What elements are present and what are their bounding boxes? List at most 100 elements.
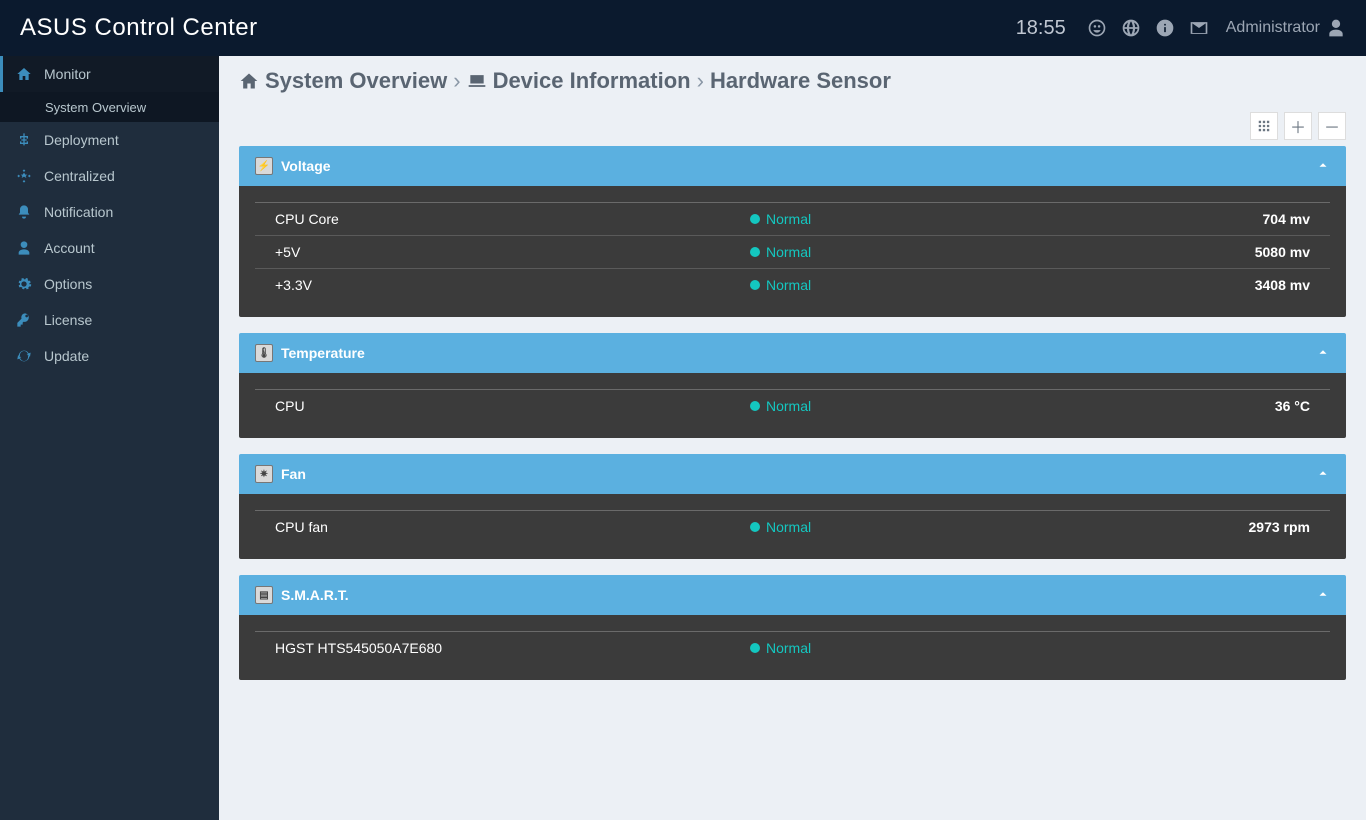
panel-header-voltage[interactable]: ⚡ Voltage	[239, 146, 1346, 186]
sidebar-item-notification[interactable]: Notification	[0, 194, 219, 230]
panel-voltage: ⚡ Voltage CPU Core Normal 704 mv +5V Nor…	[239, 146, 1346, 317]
globe-icon[interactable]	[1120, 17, 1142, 39]
chevron-up-icon[interactable]	[1316, 345, 1330, 362]
sensor-value: 5080 mv	[1010, 244, 1310, 260]
table-row: CPU Core Normal 704 mv	[255, 203, 1330, 236]
sensor-value: 704 mv	[1010, 211, 1310, 227]
sensor-name: HGST HTS545050A7E680	[275, 640, 750, 656]
panel-fan: ✷ Fan CPU fan Normal 2973 rpm	[239, 454, 1346, 559]
sidebar-item-options[interactable]: Options	[0, 266, 219, 302]
sensor-name: +3.3V	[275, 277, 750, 293]
panel-title: S.M.A.R.T.	[281, 587, 349, 603]
sidebar-item-monitor[interactable]: Monitor	[0, 56, 219, 92]
sidebar-item-centralized[interactable]: Centralized	[0, 158, 219, 194]
account-icon	[14, 238, 34, 258]
table-row: HGST HTS545050A7E680 Normal	[255, 632, 1330, 664]
sensor-status: Normal	[750, 398, 1010, 414]
sensor-status: Normal	[750, 244, 1010, 260]
panel-header-smart[interactable]: ▤ S.M.A.R.T.	[239, 575, 1346, 615]
sidebar-item-account[interactable]: Account	[0, 230, 219, 266]
sensor-name: CPU Core	[275, 211, 750, 227]
panel-title: Voltage	[281, 158, 331, 174]
status-dot-icon	[750, 247, 760, 257]
breadcrumb-device-information[interactable]: Device Information	[467, 68, 691, 94]
breadcrumb-hardware-sensor: Hardware Sensor	[710, 68, 891, 94]
chevron-up-icon[interactable]	[1316, 158, 1330, 175]
sidebar-item-label: Centralized	[44, 168, 115, 184]
sidebar: Monitor System Overview Deployment Centr…	[0, 56, 219, 820]
sensor-name: CPU fan	[275, 519, 750, 535]
collapse-all-button[interactable]: －	[1318, 112, 1346, 140]
status-dot-icon	[750, 522, 760, 532]
sensor-status: Normal	[750, 211, 1010, 227]
fan-icon: ✷	[255, 465, 273, 483]
table-row: +5V Normal 5080 mv	[255, 236, 1330, 269]
breadcrumb-system-overview[interactable]: System Overview	[239, 68, 447, 94]
panel-title: Fan	[281, 466, 306, 482]
gear-icon	[14, 274, 34, 294]
sitemap-icon	[14, 130, 34, 150]
panel-smart: ▤ S.M.A.R.T. HGST HTS545050A7E680 Normal	[239, 575, 1346, 680]
panel-header-fan[interactable]: ✷ Fan	[239, 454, 1346, 494]
top-header: ASUS Control Center 18:55 Administrator	[0, 0, 1366, 56]
user-menu[interactable]: Administrator	[1226, 18, 1346, 38]
sensor-value: 2973 rpm	[1010, 519, 1310, 535]
view-toolbar: ＋ －	[239, 112, 1346, 140]
smile-icon[interactable]	[1086, 17, 1108, 39]
grid-view-button[interactable]	[1250, 112, 1278, 140]
brand-logo: ASUS Control Center	[20, 14, 258, 42]
username-label: Administrator	[1226, 19, 1320, 37]
thermometer-icon: 🌡	[255, 344, 273, 362]
clock: 18:55	[1016, 17, 1066, 40]
voltage-icon: ⚡	[255, 157, 273, 175]
status-dot-icon	[750, 280, 760, 290]
sidebar-item-label: Monitor	[44, 66, 91, 82]
home-icon	[14, 64, 34, 84]
main-content: System Overview › Device Information › H…	[219, 56, 1366, 820]
sidebar-item-label: License	[44, 312, 92, 328]
chevron-up-icon[interactable]	[1316, 466, 1330, 483]
sidebar-item-deployment[interactable]: Deployment	[0, 122, 219, 158]
sensor-status: Normal	[750, 519, 1010, 535]
breadcrumb-separator: ›	[453, 68, 460, 94]
status-dot-icon	[750, 214, 760, 224]
breadcrumb: System Overview › Device Information › H…	[239, 68, 1346, 94]
home-icon	[239, 71, 259, 91]
panel-body-fan: CPU fan Normal 2973 rpm	[239, 494, 1346, 559]
chevron-up-icon[interactable]	[1316, 587, 1330, 604]
sensor-value: 36 °C	[1010, 398, 1310, 414]
sensor-value: 3408 mv	[1010, 277, 1310, 293]
table-row: CPU Normal 36 °C	[255, 390, 1330, 422]
table-row: +3.3V Normal 3408 mv	[255, 269, 1330, 301]
sidebar-item-label: Deployment	[44, 132, 119, 148]
sensor-status: Normal	[750, 277, 1010, 293]
sensor-name: +5V	[275, 244, 750, 260]
breadcrumb-separator: ›	[697, 68, 704, 94]
panel-title: Temperature	[281, 345, 365, 361]
panel-temperature: 🌡 Temperature CPU Normal 36 °C	[239, 333, 1346, 438]
sidebar-item-label: Notification	[44, 204, 113, 220]
table-row: CPU fan Normal 2973 rpm	[255, 511, 1330, 543]
sidebar-sub-system-overview[interactable]: System Overview	[0, 92, 219, 122]
sidebar-item-update[interactable]: Update	[0, 338, 219, 374]
expand-all-button[interactable]: ＋	[1284, 112, 1312, 140]
user-icon	[1326, 18, 1346, 38]
sidebar-item-label: Options	[44, 276, 92, 292]
sensor-name: CPU	[275, 398, 750, 414]
bell-icon	[14, 202, 34, 222]
panel-body-smart: HGST HTS545050A7E680 Normal	[239, 615, 1346, 680]
target-icon	[14, 166, 34, 186]
info-icon[interactable]	[1154, 17, 1176, 39]
laptop-icon	[467, 71, 487, 91]
key-icon	[14, 310, 34, 330]
sidebar-item-label: Update	[44, 348, 89, 364]
panel-body-temperature: CPU Normal 36 °C	[239, 373, 1346, 438]
refresh-icon	[14, 346, 34, 366]
sensor-status: Normal	[750, 640, 1010, 656]
sidebar-item-label: Account	[44, 240, 95, 256]
sidebar-item-license[interactable]: License	[0, 302, 219, 338]
sidebar-sub-label: System Overview	[45, 100, 146, 115]
panel-body-voltage: CPU Core Normal 704 mv +5V Normal 5080 m…	[239, 186, 1346, 317]
panel-header-temperature[interactable]: 🌡 Temperature	[239, 333, 1346, 373]
mail-icon[interactable]	[1188, 17, 1210, 39]
